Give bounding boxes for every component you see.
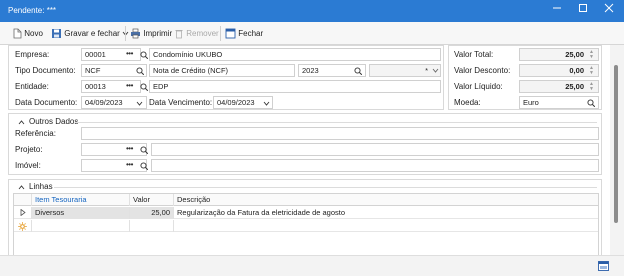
save-and-close-button[interactable]: Gravar e fechar — [51, 25, 129, 42]
cell-item[interactable]: Diversos — [32, 207, 130, 219]
lines-grid: Item Tesouraria Valor Descrição Diversos… — [13, 193, 599, 257]
column-header-description[interactable]: Descrição — [174, 194, 598, 206]
lines-title: Linhas — [29, 182, 53, 191]
new-button[interactable]: Novo — [12, 25, 43, 42]
discount-value-label: Valor Desconto: — [454, 66, 511, 75]
due-date-label: Data Vencimento: — [149, 98, 213, 107]
other-data-group: Outros Dados Referência: Projeto: ••• Im… — [8, 113, 602, 175]
document-type-search-icon[interactable] — [136, 67, 144, 75]
document-type-label: Tipo Documento: — [15, 66, 76, 75]
collapse-chevron-up-icon[interactable] — [18, 185, 25, 190]
project-label: Projeto: — [15, 145, 43, 154]
project-ellipsis-button[interactable]: ••• — [126, 144, 133, 153]
reference-field[interactable] — [81, 127, 599, 140]
document-date-chevron-down-icon[interactable] — [136, 101, 143, 106]
series-chevron-down-icon[interactable] — [432, 68, 439, 73]
column-header-item[interactable]: Item Tesouraria — [32, 194, 130, 206]
close-button[interactable] — [596, 0, 622, 22]
maximize-button[interactable] — [570, 0, 596, 22]
entity-name-field: EDP — [149, 80, 441, 93]
table-row[interactable]: Diversos 25,00 Regularização da Fatura d… — [14, 207, 598, 219]
project-code-field[interactable] — [81, 143, 147, 156]
vertical-scrollbar[interactable] — [610, 45, 624, 255]
new-document-icon — [13, 28, 22, 39]
company-label: Empresa: — [15, 50, 50, 59]
discount-spinner-icon: ▲ ▼ — [589, 65, 594, 76]
due-date-chevron-down-icon[interactable] — [263, 101, 270, 106]
new-button-label: Novo — [24, 29, 43, 38]
new-cell-value[interactable] — [130, 220, 174, 232]
reference-label: Referência: — [15, 129, 56, 138]
remove-button[interactable]: Remover — [174, 25, 219, 42]
printer-icon — [131, 29, 140, 39]
group-divider — [54, 187, 597, 188]
lines-group: Linhas Item Tesouraria Valor Descrição D… — [8, 179, 602, 259]
total-value-label: Valor Total: — [454, 50, 494, 59]
toolbar: Novo Gravar e fechar Imprimir Remover Fe… — [0, 22, 624, 45]
panel-layout-icon[interactable] — [598, 261, 609, 271]
trash-icon — [175, 30, 183, 39]
currency-search-icon[interactable] — [587, 99, 595, 107]
year-search-icon[interactable] — [354, 67, 362, 75]
close-window-icon — [225, 28, 236, 39]
project-search-icon[interactable] — [140, 146, 148, 154]
scrollbar-thumb[interactable] — [614, 65, 618, 223]
close-form-button[interactable]: Fechar — [225, 25, 263, 42]
net-value-field: 25,00 — [519, 80, 599, 93]
cell-description[interactable]: Regularização da Fatura da eletricidade … — [174, 207, 598, 219]
collapse-chevron-up-icon[interactable] — [18, 120, 25, 125]
property-name-field — [151, 159, 599, 172]
status-bar — [0, 255, 624, 276]
new-cell-description[interactable] — [174, 220, 598, 232]
other-data-title: Outros Dados — [29, 117, 79, 126]
maximize-icon — [579, 4, 587, 12]
header-panel: Empresa: 00001 ••• Condomínio UKUBO Tipo… — [8, 45, 444, 110]
entity-ellipsis-button[interactable]: ••• — [126, 81, 133, 90]
column-header-value[interactable]: Valor — [130, 194, 174, 206]
property-label: Imóvel: — [15, 161, 41, 170]
entity-label: Entidade: — [15, 82, 49, 91]
property-search-icon[interactable] — [140, 162, 148, 170]
totals-panel: Valor Total: 25,00 ▲ ▼ Valor Desconto: 0,… — [448, 45, 602, 110]
grid-header: Item Tesouraria Valor Descrição — [14, 194, 598, 206]
company-ellipsis-button[interactable]: ••• — [126, 49, 133, 58]
remove-button-label: Remover — [186, 29, 219, 38]
company-search-icon[interactable] — [140, 51, 148, 59]
company-name-field: Condomínio UKUBO — [149, 48, 441, 61]
document-date-label: Data Documento: — [15, 98, 78, 107]
save-icon — [52, 29, 61, 39]
print-button[interactable]: Imprimir — [130, 25, 172, 42]
toolbar-separator — [125, 26, 126, 41]
project-name-field — [151, 143, 599, 156]
property-ellipsis-button[interactable]: ••• — [126, 160, 133, 169]
window-titlebar: Pendente: *** — [0, 0, 624, 22]
entity-search-icon[interactable] — [140, 83, 148, 91]
document-type-name-field: Nota de Crédito (NCF) — [149, 64, 295, 77]
form-body: Empresa: 00001 ••• Condomínio UKUBO Tipo… — [0, 45, 610, 276]
series-field[interactable]: * — [369, 64, 441, 77]
property-code-field[interactable] — [81, 159, 147, 172]
minimize-button[interactable] — [544, 0, 570, 22]
new-row[interactable] — [14, 220, 598, 232]
print-button-label: Imprimir — [143, 29, 173, 38]
total-value-field: 25,00 — [519, 48, 599, 61]
discount-value-field: 0,00 — [519, 64, 599, 77]
close-icon — [604, 3, 614, 13]
currency-label: Moeda: — [454, 98, 481, 107]
group-divider — [75, 122, 597, 123]
new-row-sun-icon — [14, 220, 32, 232]
net-spinner-icon: ▲ ▼ — [589, 81, 594, 92]
row-indicator-icon — [14, 207, 32, 219]
new-cell-item[interactable] — [32, 220, 130, 232]
close-form-label: Fechar — [238, 29, 264, 38]
save-and-close-label: Gravar e fechar — [64, 29, 120, 38]
total-spinner-icon: ▲ ▼ — [589, 49, 594, 60]
cell-value[interactable]: 25,00 — [130, 207, 174, 219]
window-title: Pendente: *** — [8, 6, 57, 15]
minimize-icon — [553, 7, 561, 9]
toolbar-separator — [220, 26, 221, 41]
net-value-label: Valor Líquido: — [454, 82, 503, 91]
grid-row-indicator-header — [14, 194, 32, 206]
